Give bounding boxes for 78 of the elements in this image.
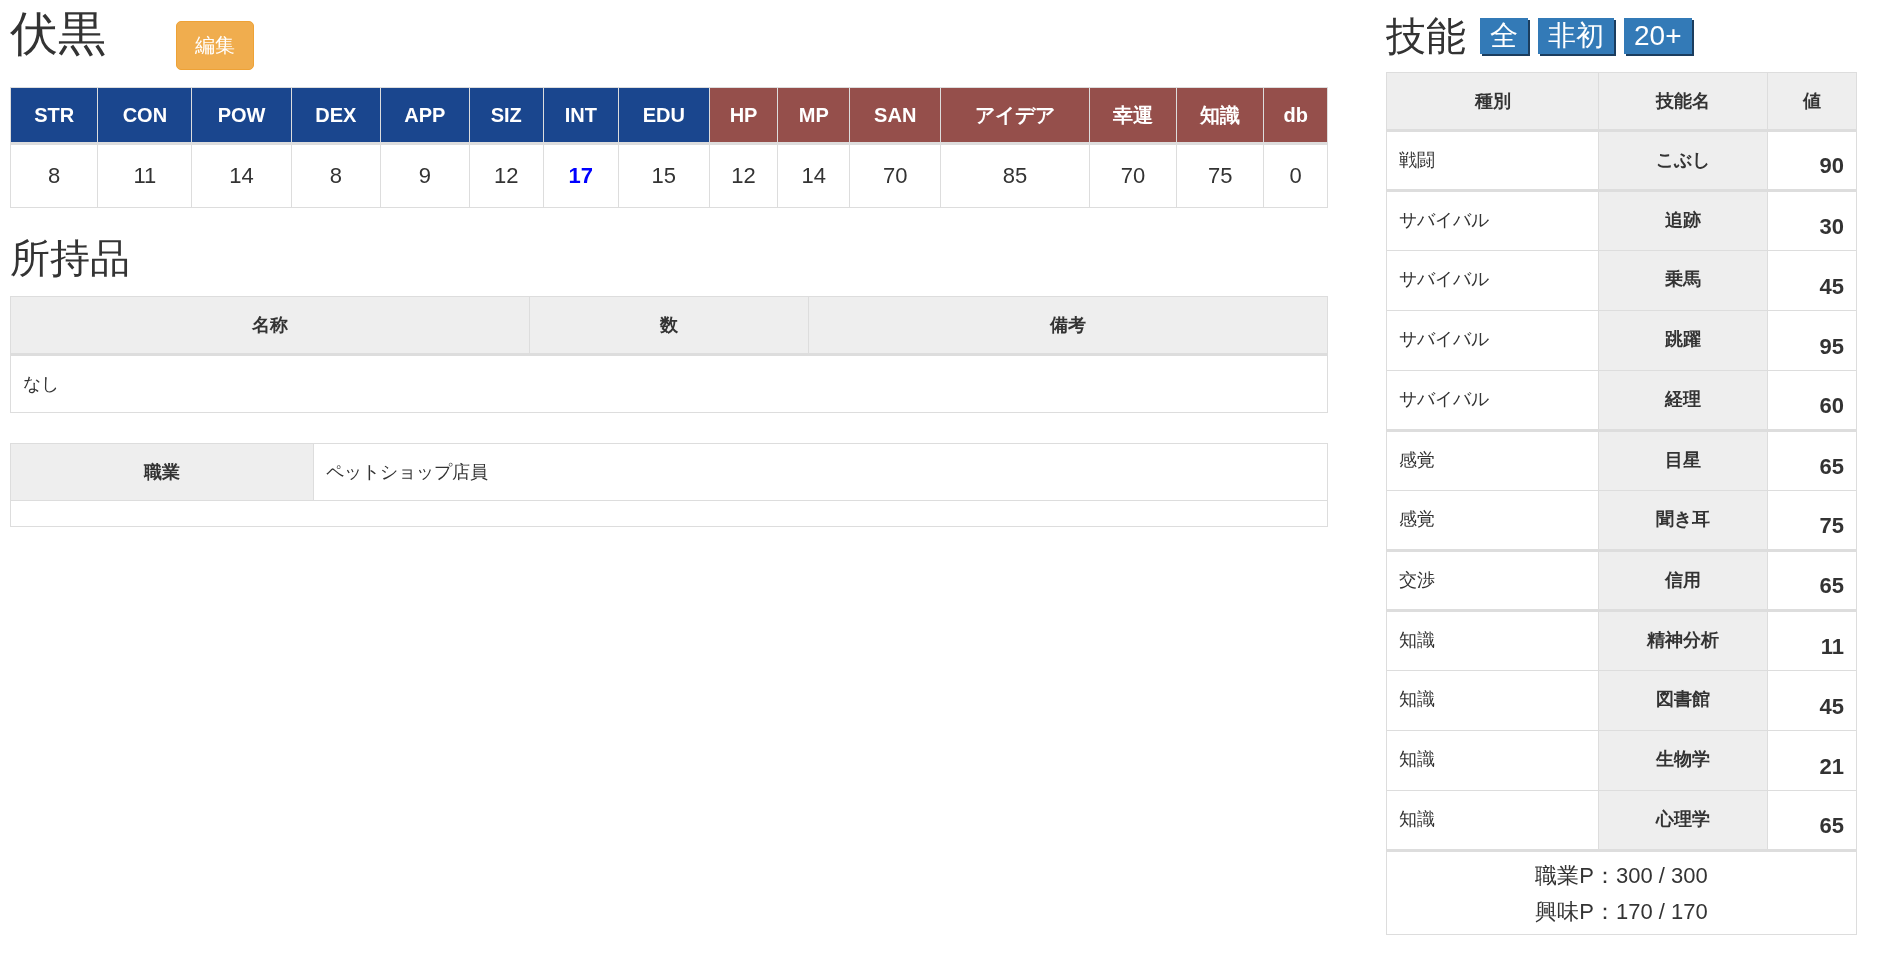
stat-header: 知識 bbox=[1176, 87, 1264, 144]
skill-name: 信用 bbox=[1598, 550, 1768, 611]
skill-category: 知識 bbox=[1386, 730, 1599, 791]
skill-name: 跳躍 bbox=[1598, 310, 1768, 371]
filter-button[interactable]: 全 bbox=[1480, 18, 1528, 54]
skill-name: 経理 bbox=[1598, 370, 1768, 431]
skill-name: 心理学 bbox=[1598, 790, 1768, 851]
stat-header: 幸運 bbox=[1089, 87, 1177, 144]
section-title: 技能 bbox=[1386, 14, 1466, 58]
skill-name: 図書館 bbox=[1598, 670, 1768, 731]
stat-value: 8 bbox=[291, 143, 381, 208]
stat-header: db bbox=[1263, 87, 1328, 144]
character-name: 伏黒 bbox=[10, 8, 106, 61]
stat-header: INT bbox=[543, 87, 619, 144]
skill-category: 交渉 bbox=[1386, 550, 1599, 611]
stat-value: 9 bbox=[380, 143, 470, 208]
skill-category: 知識 bbox=[1386, 790, 1599, 851]
skill-name: こぶし bbox=[1598, 130, 1768, 191]
column-header: 技能名 bbox=[1598, 72, 1768, 131]
stat-value: 15 bbox=[618, 143, 710, 208]
skill-category: サバイバル bbox=[1386, 370, 1599, 431]
skill-name: 精神分析 bbox=[1598, 610, 1768, 671]
skill-value: 11 bbox=[1767, 610, 1857, 671]
skill-value: 45 bbox=[1767, 670, 1857, 731]
skill-category: 知識 bbox=[1386, 610, 1599, 671]
stat-header: CON bbox=[97, 87, 192, 144]
column-header: 値 bbox=[1767, 72, 1857, 131]
skill-value: 95 bbox=[1767, 310, 1857, 371]
skill-category: 戦闘 bbox=[1386, 130, 1599, 191]
column-header: 種別 bbox=[1386, 72, 1599, 131]
points-text: 興味P：170 / 170 bbox=[1534, 898, 1709, 926]
filter-button[interactable]: 20+ bbox=[1624, 18, 1692, 54]
stat-value: 12 bbox=[469, 143, 544, 208]
empty-message: なし bbox=[10, 354, 1328, 413]
column-header: 数 bbox=[529, 296, 809, 355]
stat-value: 12 bbox=[709, 143, 778, 208]
skill-category: サバイバル bbox=[1386, 190, 1599, 251]
skill-value: 30 bbox=[1767, 190, 1857, 251]
occupation-value: ペットショップ店員 bbox=[313, 443, 1328, 501]
stat-value: 17 bbox=[543, 143, 619, 208]
stat-header: MP bbox=[777, 87, 850, 144]
filter-button[interactable]: 非初 bbox=[1538, 18, 1614, 54]
stat-value: 8 bbox=[10, 143, 98, 208]
skill-category: サバイバル bbox=[1386, 250, 1599, 311]
stat-header: DEX bbox=[291, 87, 381, 144]
stat-header: アイデア bbox=[940, 87, 1090, 144]
stat-header: SAN bbox=[849, 87, 941, 144]
skill-category: 感覚 bbox=[1386, 490, 1599, 551]
skill-value: 65 bbox=[1767, 430, 1857, 491]
skill-category: サバイバル bbox=[1386, 310, 1599, 371]
points-text: 職業P：300 / 300 bbox=[1534, 862, 1709, 890]
occupation-label: 職業 bbox=[10, 443, 314, 501]
skill-name: 生物学 bbox=[1598, 730, 1768, 791]
stat-value: 85 bbox=[940, 143, 1090, 208]
skill-category: 知識 bbox=[1386, 670, 1599, 731]
skill-value: 21 bbox=[1767, 730, 1857, 791]
column-header: 備考 bbox=[808, 296, 1328, 355]
stat-header: SIZ bbox=[469, 87, 544, 144]
skill-name: 目星 bbox=[1598, 430, 1768, 491]
stat-value: 0 bbox=[1263, 143, 1328, 208]
skill-name: 乗馬 bbox=[1598, 250, 1768, 311]
section-title: 所持品 bbox=[10, 236, 131, 280]
stat-value: 11 bbox=[97, 143, 192, 208]
stat-header: POW bbox=[192, 87, 292, 144]
stat-value: 70 bbox=[849, 143, 941, 208]
skill-value: 45 bbox=[1767, 250, 1857, 311]
skill-name: 追跡 bbox=[1598, 190, 1768, 251]
stat-value: 14 bbox=[777, 143, 850, 208]
stat-value: 14 bbox=[192, 143, 292, 208]
skill-name: 聞き耳 bbox=[1598, 490, 1768, 551]
stat-header: APP bbox=[380, 87, 470, 144]
skill-category: 感覚 bbox=[1386, 430, 1599, 491]
stat-value: 70 bbox=[1089, 143, 1177, 208]
stat-header: EDU bbox=[618, 87, 710, 144]
column-header: 名称 bbox=[10, 296, 530, 355]
stat-value: 75 bbox=[1176, 143, 1264, 208]
stat-header: STR bbox=[10, 87, 98, 144]
stat-header: HP bbox=[709, 87, 778, 144]
